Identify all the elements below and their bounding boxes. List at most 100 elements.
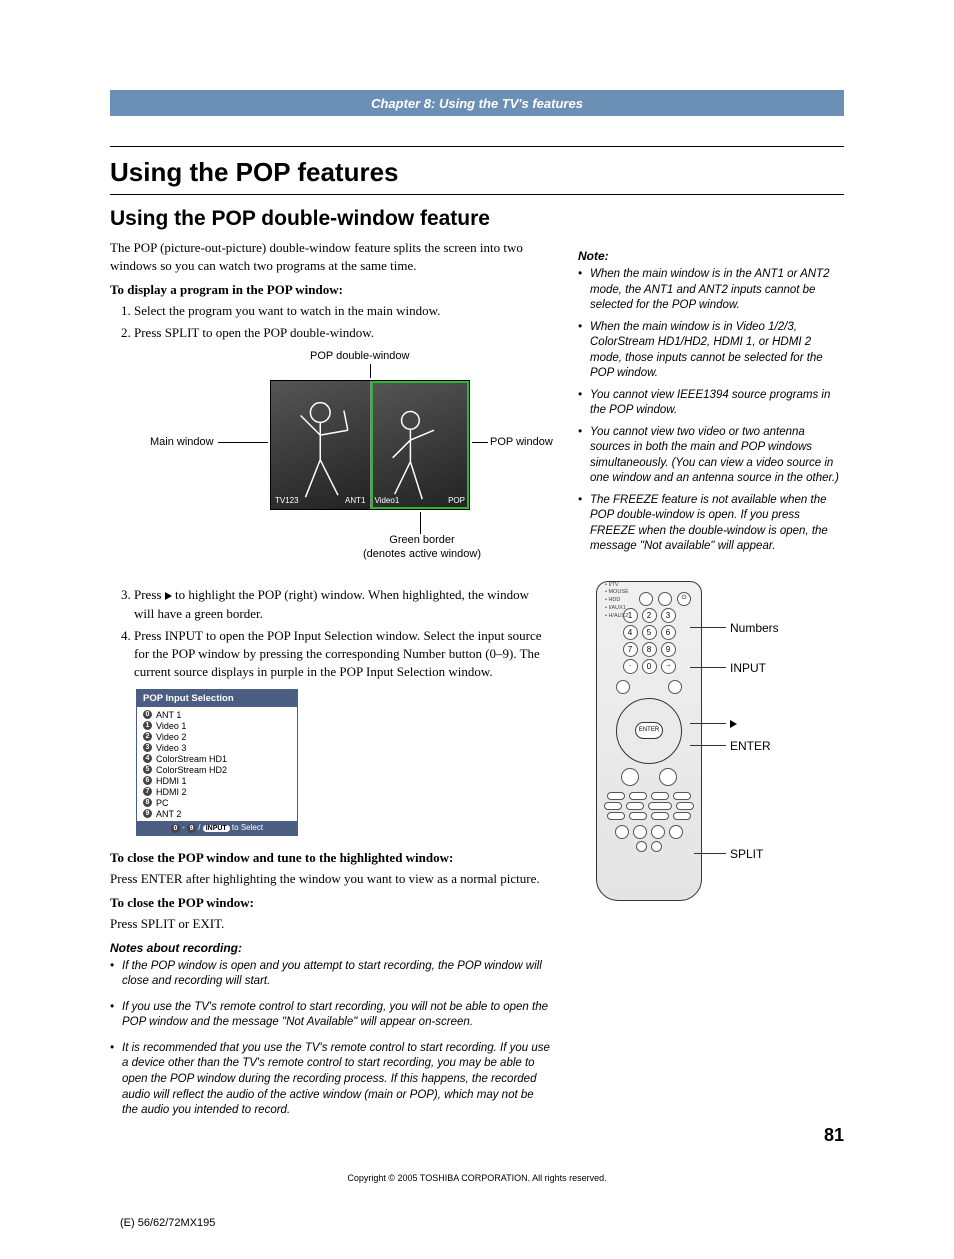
tv-screen: TV123 ANT1 Video1 POP (270, 380, 470, 510)
diagram-left-label: Main window (150, 436, 214, 448)
model-code: (E) 56/62/72MX195 (120, 1217, 844, 1229)
close-body: Press SPLIT or EXIT. (110, 915, 550, 933)
recording-note-list: If the POP window is open and you attemp… (110, 959, 550, 1119)
callout-line (690, 723, 726, 724)
input-row: 8PC (141, 797, 293, 808)
remote-btn (629, 812, 647, 820)
remote-btn (615, 825, 629, 839)
right-arrow-icon (730, 720, 737, 728)
intro-text: The POP (picture-out-picture) double-win… (110, 239, 550, 274)
remote-btn (658, 592, 672, 606)
num-3-button: 3 (661, 608, 676, 623)
side-note: You cannot view two video or two antenna… (578, 425, 844, 487)
side-note-list: When the main window is in the ANT1 or A… (578, 267, 844, 555)
remote-btn (626, 802, 644, 810)
rule-top (110, 146, 844, 147)
remote-btn (607, 792, 625, 800)
remote-btn (651, 792, 669, 800)
diagram-right-label: POP window (490, 436, 553, 448)
remote-btn (648, 802, 672, 810)
page-title: Using the POP features (110, 157, 844, 188)
recording-note: It is recommended that you use the TV's … (110, 1041, 550, 1119)
input-row: 7HDMI 2 (141, 786, 293, 797)
diagram-line (420, 512, 421, 534)
num-8-button: 8 (642, 642, 657, 657)
num-6-button: 6 (661, 625, 676, 640)
callout-line (690, 745, 726, 746)
input-row: 2Video 2 (141, 731, 293, 742)
input-button: ⇢ (661, 659, 676, 674)
remote-btn (668, 680, 682, 694)
enter-button: ENTER (635, 722, 663, 739)
steps-list-b: Press to highlight the POP (right) windo… (134, 586, 550, 681)
num-dash-button: - (623, 659, 638, 674)
remote-btn (636, 841, 647, 852)
num-4-button: 4 (623, 625, 638, 640)
remote-btn (616, 680, 630, 694)
input-row: 4ColorStream HD1 (141, 753, 293, 764)
callout-line (694, 853, 726, 854)
dpad: ENTER (616, 698, 682, 764)
legend-line2: (denotes active window) (342, 548, 502, 560)
split-button (669, 825, 683, 839)
chapter-title: Chapter 8: Using the TV's features (371, 96, 583, 111)
main-tag-tv: TV123 (275, 496, 299, 505)
diagram-line (370, 364, 371, 378)
remote-label-enter: ENTER (730, 739, 771, 753)
remote-btn (629, 792, 647, 800)
pop-tag-video: Video1 (375, 496, 400, 505)
num-7-button: 7 (623, 642, 638, 657)
input-sel-body: 0ANT 1 1Video 1 2Video 2 3Video 3 4Color… (137, 707, 297, 821)
num-2-button: 2 (642, 608, 657, 623)
diagram-line (472, 442, 488, 443)
remote-btn (676, 802, 694, 810)
remote-label-split: SPLIT (730, 847, 763, 861)
input-row: 0ANT 1 (141, 709, 293, 720)
recording-note: If the POP window is open and you attemp… (110, 959, 550, 990)
remote-btn (607, 812, 625, 820)
pop-tag-pop: POP (448, 496, 465, 505)
remote-btn (673, 812, 691, 820)
main-window-half: TV123 ANT1 (271, 381, 370, 509)
remote-body: • I/TV • MOUSE • HDD • I/AUX1 • H/AUX2 ⏻… (596, 581, 702, 901)
callout-line (690, 627, 726, 628)
step-1: Select the program you want to watch in … (134, 302, 550, 320)
remote-btn (651, 841, 662, 852)
chapter-bar: Chapter 8: Using the TV's features (110, 90, 844, 116)
side-note: The FREEZE feature is not available when… (578, 493, 844, 555)
remote-btn (639, 592, 653, 606)
remote-btn (633, 825, 647, 839)
pop-diagram: POP double-window Main window POP window… (110, 350, 550, 570)
pop-window-half: Video1 POP (370, 381, 470, 509)
ch-button (621, 768, 639, 786)
remote-label-input: INPUT (730, 661, 766, 675)
close-highlight-body: Press ENTER after highlighting the windo… (110, 870, 550, 888)
rule-under-h1 (110, 194, 844, 195)
num-5-button: 5 (642, 625, 657, 640)
close-heading: To close the POP window: (110, 895, 550, 911)
power-icon: ⏻ (677, 592, 691, 606)
remote-label-right (730, 716, 737, 730)
callout-line (690, 667, 726, 668)
pop-input-selection-box: POP Input Selection 0ANT 1 1Video 1 2Vid… (136, 689, 298, 835)
num-0-button: 0 (642, 659, 657, 674)
step-4: Press INPUT to open the POP Input Select… (134, 627, 550, 682)
remote-label-numbers: Numbers (730, 621, 779, 635)
remote-btn (651, 825, 665, 839)
main-tag-ant: ANT1 (345, 496, 365, 505)
remote-btn (604, 802, 622, 810)
section-title: Using the POP double-window feature (110, 207, 844, 231)
remote-mode-list: • I/TV • MOUSE • HDD • I/AUX1 • H/AUX2 (605, 582, 629, 620)
input-row: 3Video 3 (141, 742, 293, 753)
input-row: 6HDMI 1 (141, 775, 293, 786)
input-row: 1Video 1 (141, 720, 293, 731)
input-row: 9ANT 2 (141, 808, 293, 819)
vol-button (659, 768, 677, 786)
recording-heading: Notes about recording: (110, 941, 550, 955)
diagram-top-label: POP double-window (310, 350, 409, 362)
side-note: When the main window is in the ANT1 or A… (578, 267, 844, 314)
remote-btn (651, 812, 669, 820)
num-9-button: 9 (661, 642, 676, 657)
remote-btn (673, 792, 691, 800)
input-sel-title: POP Input Selection (137, 690, 297, 707)
